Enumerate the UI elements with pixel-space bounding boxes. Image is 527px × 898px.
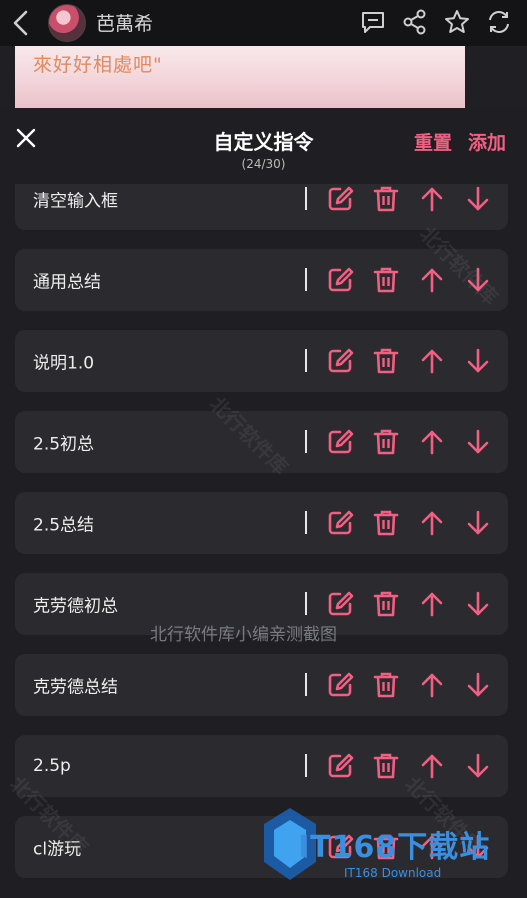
edit-icon[interactable] [325, 508, 355, 538]
chat-title: 芭萬希 [96, 13, 154, 35]
command-label: 说明1.0 [33, 353, 95, 374]
edit-icon[interactable] [325, 670, 355, 700]
command-label: cl游玩 [33, 839, 82, 860]
delete-icon[interactable] [371, 751, 401, 781]
drag-handle[interactable] [305, 349, 307, 372]
add-button[interactable]: 添加 [468, 128, 506, 155]
command-row[interactable]: 清空输入框 [15, 184, 508, 230]
command-row[interactable]: 2.5总结 [15, 492, 508, 554]
drag-handle[interactable] [305, 430, 307, 453]
move-up-icon[interactable] [417, 346, 447, 376]
share-icon[interactable] [401, 8, 429, 36]
move-up-icon[interactable] [417, 670, 447, 700]
star-icon[interactable] [443, 8, 471, 36]
command-row[interactable]: 2.5p [15, 735, 508, 797]
delete-icon[interactable] [371, 427, 401, 457]
command-label: 克劳德总结 [33, 677, 118, 698]
edit-icon[interactable] [325, 184, 355, 214]
move-down-icon[interactable] [463, 751, 493, 781]
command-label: 克劳德初总 [33, 596, 118, 617]
command-row[interactable]: 说明1.0 [15, 330, 508, 392]
comment-icon[interactable] [359, 8, 387, 36]
edit-icon[interactable] [325, 751, 355, 781]
delete-icon[interactable] [371, 265, 401, 295]
command-list[interactable]: 清空输入框通用总结说明1.0 2.5初总 2.5总结克劳德初总克劳德总结 2.5p cl… [0, 184, 527, 898]
move-up-icon[interactable] [417, 184, 447, 214]
edit-icon[interactable] [325, 427, 355, 457]
background-text: 來好好相處吧" [33, 54, 163, 76]
move-up-icon[interactable] [417, 427, 447, 457]
command-label: 2.5总结 [33, 515, 95, 536]
command-label: 通用总结 [33, 272, 101, 293]
command-label: 2.5p [33, 756, 71, 776]
command-label: 清空输入框 [33, 191, 118, 212]
drag-handle[interactable] [305, 835, 307, 858]
edit-icon[interactable] [325, 346, 355, 376]
move-down-icon[interactable] [463, 265, 493, 295]
character-image: 來好好相處吧" [15, 46, 465, 108]
move-up-icon[interactable] [417, 832, 447, 862]
delete-icon[interactable] [371, 670, 401, 700]
drag-handle[interactable] [305, 187, 307, 210]
move-down-icon[interactable] [463, 184, 493, 214]
move-down-icon[interactable] [463, 832, 493, 862]
move-up-icon[interactable] [417, 589, 447, 619]
move-up-icon[interactable] [417, 751, 447, 781]
refresh-icon[interactable] [485, 8, 513, 36]
drag-handle[interactable] [305, 268, 307, 291]
delete-icon[interactable] [371, 184, 401, 214]
command-row[interactable]: 通用总结 [15, 249, 508, 311]
move-up-icon[interactable] [417, 508, 447, 538]
move-up-icon[interactable] [417, 265, 447, 295]
command-row[interactable]: 克劳德初总 [15, 573, 508, 635]
command-row[interactable]: 2.5初总 [15, 411, 508, 473]
move-down-icon[interactable] [463, 508, 493, 538]
delete-icon[interactable] [371, 832, 401, 862]
avatar[interactable] [48, 4, 86, 42]
app-header: 芭萬希 [0, 0, 527, 46]
drag-handle[interactable] [305, 511, 307, 534]
move-down-icon[interactable] [463, 427, 493, 457]
move-down-icon[interactable] [463, 589, 493, 619]
back-icon[interactable] [10, 9, 34, 37]
command-row[interactable]: 克劳德总结 [15, 654, 508, 716]
drag-handle[interactable] [305, 673, 307, 696]
header-actions [359, 8, 513, 36]
drag-handle[interactable] [305, 592, 307, 615]
move-down-icon[interactable] [463, 346, 493, 376]
edit-icon[interactable] [325, 589, 355, 619]
delete-icon[interactable] [371, 589, 401, 619]
edit-icon[interactable] [325, 832, 355, 862]
reset-button[interactable]: 重置 [414, 128, 452, 155]
command-row[interactable]: cl游玩 [15, 816, 508, 878]
edit-icon[interactable] [325, 265, 355, 295]
command-label: 2.5初总 [33, 434, 95, 455]
delete-icon[interactable] [371, 508, 401, 538]
delete-icon[interactable] [371, 346, 401, 376]
command-count: (24/30) [241, 157, 286, 171]
move-down-icon[interactable] [463, 670, 493, 700]
drag-handle[interactable] [305, 754, 307, 777]
